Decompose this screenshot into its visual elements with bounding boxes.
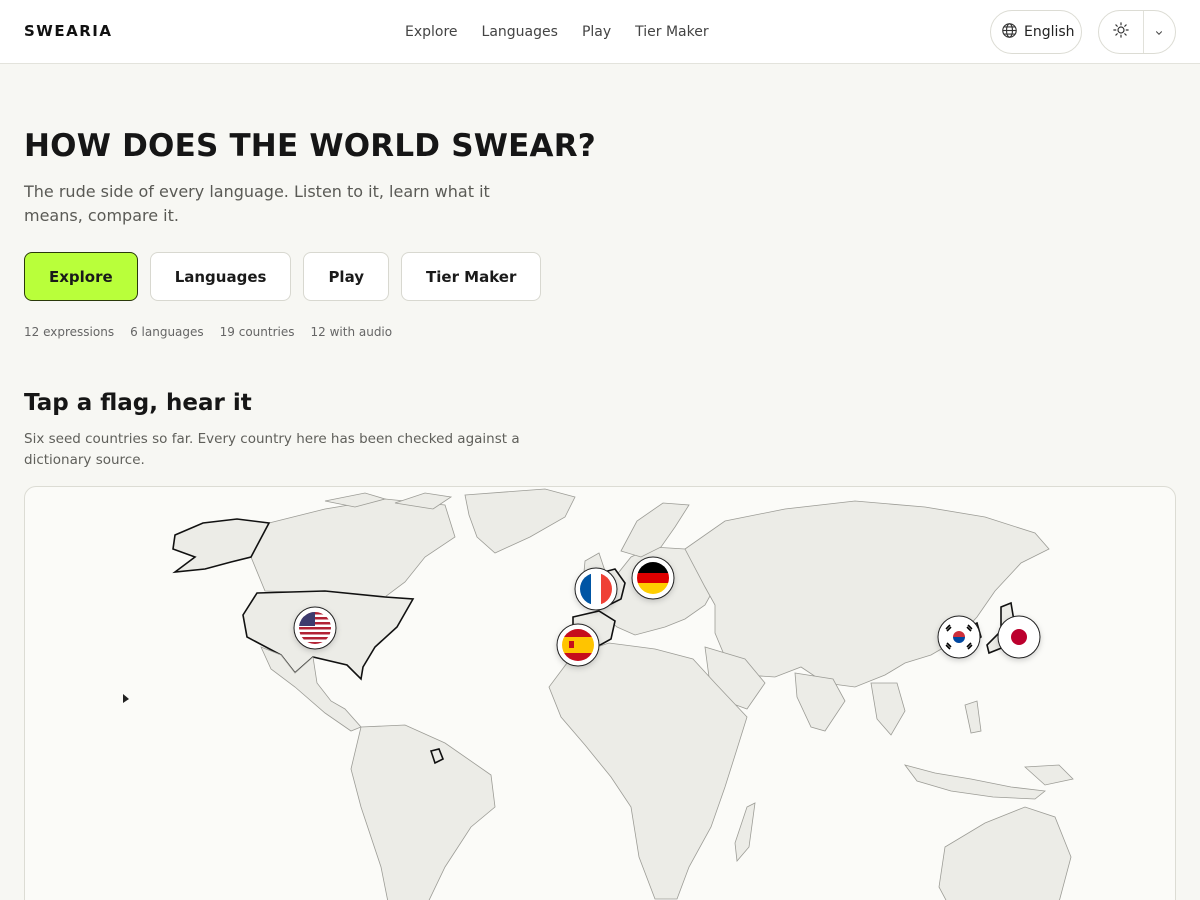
play-button[interactable]: Play [303, 252, 390, 301]
language-selector[interactable]: English [990, 10, 1082, 54]
es-flag[interactable] [556, 623, 600, 667]
stats-row: 12 expressions 6 languages 19 countries … [24, 325, 392, 339]
theme-dropdown-button[interactable] [1144, 11, 1175, 53]
stat-languages: 6 languages [130, 325, 204, 339]
australia [938, 806, 1072, 900]
theme-switcher [1098, 10, 1176, 54]
sun-icon [1112, 21, 1130, 43]
languages-button[interactable]: Languages [149, 252, 292, 301]
kr-flag[interactable] [937, 615, 981, 659]
site-logo[interactable]: SWEARIA [24, 22, 112, 40]
globe-icon [1001, 22, 1018, 43]
nav-explore[interactable]: Explore [405, 24, 458, 40]
madagascar [734, 802, 756, 862]
nav-tier-maker[interactable]: Tier Maker [635, 24, 708, 40]
us-flag[interactable] [293, 606, 337, 650]
canada [250, 498, 456, 598]
se-asia [870, 682, 906, 736]
top-header: SWEARIA Explore Languages Play Tier Make… [0, 0, 1200, 64]
jp-flag[interactable] [997, 615, 1041, 659]
hero-actions: Explore Languages Play Tier Maker [24, 252, 542, 301]
nav-languages[interactable]: Languages [482, 24, 558, 40]
tier-maker-button[interactable]: Tier Maker [401, 252, 542, 301]
main-nav: Explore Languages Play Tier Maker [405, 24, 709, 40]
language-label: English [1024, 24, 1075, 40]
cursor-icon [123, 694, 129, 703]
world-map [123, 488, 1074, 900]
stat-audio: 12 with audio [310, 325, 393, 339]
hero-title: HOW DOES THE WORLD SWEAR? [24, 128, 596, 164]
stat-expressions: 12 expressions [24, 325, 115, 339]
de-flag[interactable] [631, 556, 675, 600]
philippines [964, 700, 982, 734]
greenland [464, 488, 576, 554]
hero-subtitle: The rude side of every language. Listen … [24, 182, 490, 225]
new-guinea [1024, 764, 1074, 786]
explore-button[interactable]: Explore [24, 252, 138, 301]
chevron-down-icon [1154, 23, 1164, 42]
section-title: Tap a flag, hear it [24, 390, 252, 416]
nav-play[interactable]: Play [582, 24, 611, 40]
section-subtitle: Six seed countries so far. Every country… [24, 431, 520, 468]
theme-toggle-button[interactable] [1099, 11, 1143, 53]
stat-countries: 19 countries [219, 325, 295, 339]
indonesia [903, 764, 1046, 800]
fr-flag[interactable] [574, 567, 618, 611]
south-america [350, 724, 496, 900]
world-map-card [24, 486, 1176, 900]
